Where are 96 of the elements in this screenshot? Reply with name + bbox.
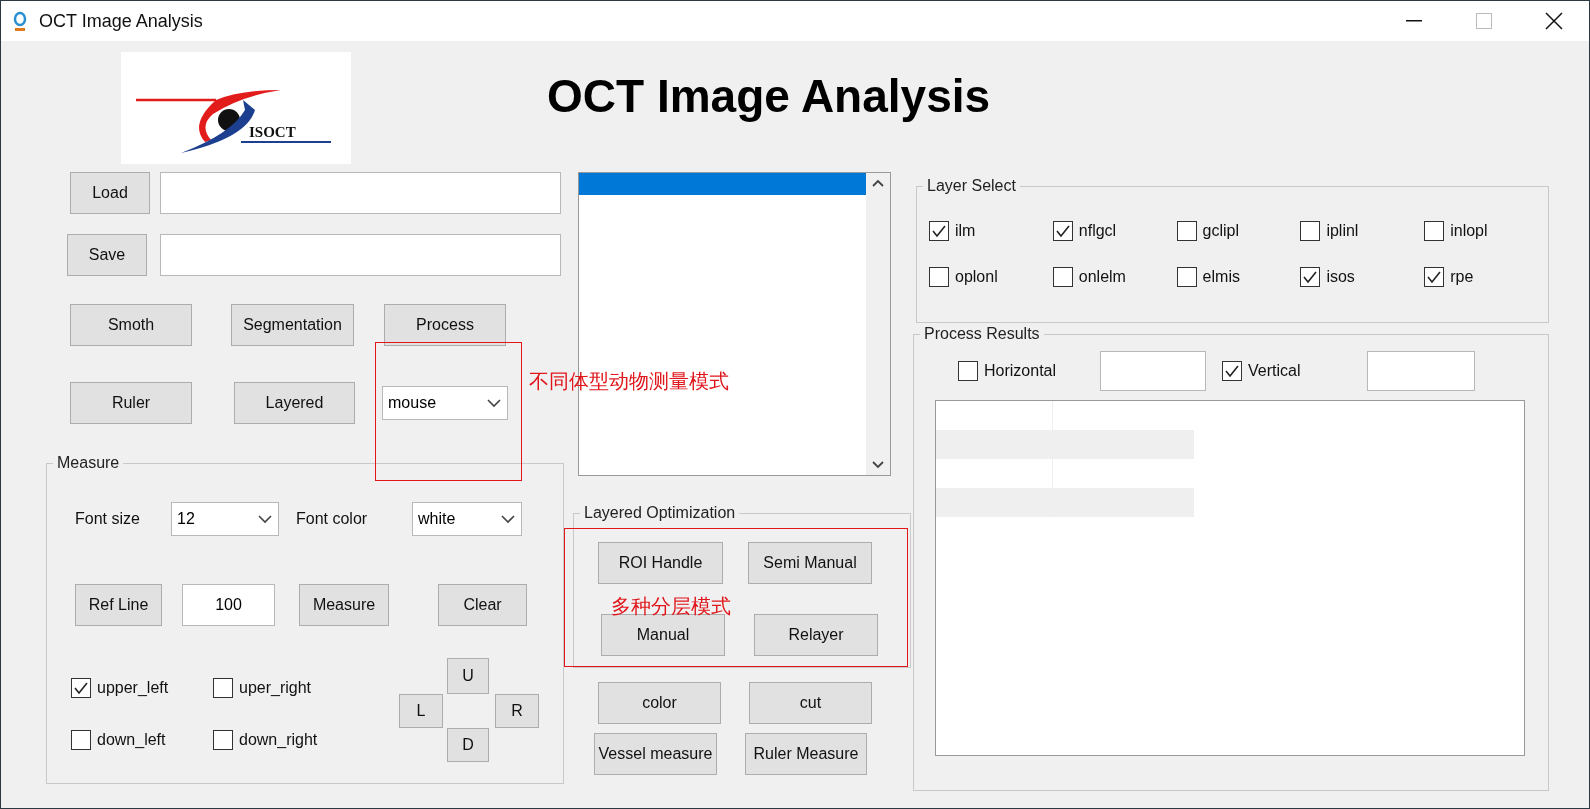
checkbox[interactable] (1300, 267, 1321, 287)
result-field[interactable] (1100, 351, 1206, 391)
button[interactable]: Ruler (70, 382, 192, 424)
checkbox[interactable] (1176, 267, 1197, 287)
checkbox[interactable] (1222, 361, 1242, 381)
layer-checkbox[interactable]: onlelm (1052, 267, 1177, 287)
caret-icon (501, 514, 515, 524)
app-icon (13, 11, 27, 31)
minimize-icon[interactable] (1406, 20, 1422, 22)
path-field[interactable] (160, 234, 561, 276)
checkbox[interactable] (929, 267, 949, 287)
checkbox-label: Vertical (1248, 362, 1301, 380)
checkbox-label: gclipl (1202, 222, 1240, 240)
file-button[interactable]: Load (70, 172, 150, 214)
checkbox-label: elmis (1202, 268, 1240, 286)
ref-line-field[interactable]: 100 (182, 584, 275, 626)
nav-button[interactable]: R (495, 694, 539, 728)
scrollbar[interactable] (866, 173, 890, 475)
checkbox[interactable] (1424, 221, 1445, 241)
checkbox-label: down_right (239, 731, 318, 749)
corner-checkbox[interactable]: upper_left (71, 678, 213, 698)
panel-title: Measure (56, 454, 121, 472)
checkbox-label: inlopl (1450, 222, 1488, 240)
checkbox[interactable] (213, 678, 233, 698)
file-button[interactable]: Save (67, 234, 147, 276)
panel-title: Layer Select (926, 177, 1017, 195)
window-title: OCT Image Analysis (39, 10, 203, 32)
app-heading: OCT Image Analysis (547, 69, 991, 123)
layer-checkbox[interactable]: nflgcl (1052, 221, 1177, 241)
checkbox-label: oplonl (955, 268, 998, 286)
font-size-dropdown[interactable]: 12 (171, 502, 279, 536)
button[interactable]: Smoth (70, 304, 192, 346)
scroll-down-icon[interactable] (872, 461, 884, 469)
font-color-dropdown[interactable]: white (412, 502, 522, 536)
checkbox-label: nflgcl (1078, 222, 1117, 240)
layer-checkbox[interactable]: ilm (929, 221, 1053, 241)
checkbox-label: down_left (97, 731, 166, 749)
layer-checkbox[interactable]: gclipl (1176, 221, 1301, 241)
checkbox-label: iplinl (1326, 222, 1359, 240)
mode-dropdown[interactable]: mouse (382, 386, 508, 420)
button[interactable]: color (598, 682, 721, 724)
button[interactable]: Process (384, 304, 506, 346)
checkbox-label: uper_right (239, 679, 312, 697)
corner-checkbox[interactable]: down_left (71, 730, 213, 750)
checkbox[interactable] (1300, 221, 1321, 241)
checkbox[interactable] (929, 221, 949, 241)
nav-button[interactable]: U (447, 658, 489, 694)
corner-checkbox[interactable]: down_right (213, 730, 363, 750)
annotation-text: 不同体型动物测量模式 (529, 369, 729, 393)
nav-button[interactable]: D (447, 728, 489, 762)
button[interactable]: Semi Manual (748, 542, 872, 584)
checkbox[interactable] (1052, 221, 1073, 241)
button[interactable]: Ref Line (75, 584, 162, 626)
checkbox[interactable] (71, 730, 91, 750)
scroll-up-icon[interactable] (872, 179, 884, 187)
result-field[interactable] (1367, 351, 1475, 391)
checkbox-label: Horizontal (984, 362, 1057, 380)
close-icon[interactable] (1545, 12, 1563, 30)
field-label: Font size (75, 510, 141, 528)
field-label: Font color (296, 510, 369, 528)
checkbox-label: ilm (955, 222, 976, 240)
layer-checkbox[interactable]: oplonl (929, 267, 1053, 287)
button[interactable]: Vessel measure (594, 733, 717, 775)
layer-checkbox[interactable]: iplinl (1300, 221, 1425, 241)
corner-checkbox[interactable]: uper_right (213, 678, 363, 698)
panel-title: Process Results (923, 325, 1041, 343)
checkbox[interactable] (213, 730, 233, 750)
caret-icon (258, 514, 272, 524)
button[interactable]: cut (749, 682, 872, 724)
layer-checkbox[interactable]: inlopl (1424, 221, 1548, 241)
checkbox[interactable] (71, 678, 91, 698)
checkbox[interactable] (1052, 267, 1073, 287)
nav-button[interactable]: L (399, 694, 443, 728)
button[interactable]: Clear (438, 584, 527, 626)
axis-checkbox[interactable]: Vertical (1222, 361, 1367, 381)
button[interactable]: Layered (234, 382, 355, 424)
button[interactable]: Relayer (754, 614, 878, 656)
checkbox-label: onlelm (1078, 268, 1126, 286)
checkbox-label: isos (1326, 268, 1355, 286)
layer-checkbox[interactable]: rpe (1424, 267, 1548, 287)
axis-checkbox[interactable]: Horizontal (958, 361, 1100, 381)
button[interactable]: Ruler Measure (745, 733, 867, 775)
path-field[interactable] (160, 172, 561, 214)
layer-checkbox[interactable]: elmis (1176, 267, 1301, 287)
checkbox[interactable] (1424, 267, 1445, 287)
checkbox-label: rpe (1450, 268, 1474, 286)
logo-text: ISOCT (249, 124, 296, 141)
button[interactable]: Segmentation (231, 304, 354, 346)
checkbox-label: upper_left (97, 679, 169, 697)
caret-icon (487, 398, 501, 408)
panel-title: Layered Optimization (583, 504, 737, 522)
checkbox[interactable] (1176, 221, 1197, 241)
layer-checkbox[interactable]: isos (1300, 267, 1425, 287)
button[interactable]: ROI Handle (598, 542, 723, 584)
checkbox[interactable] (958, 361, 978, 381)
button[interactable]: Measure (299, 584, 389, 626)
